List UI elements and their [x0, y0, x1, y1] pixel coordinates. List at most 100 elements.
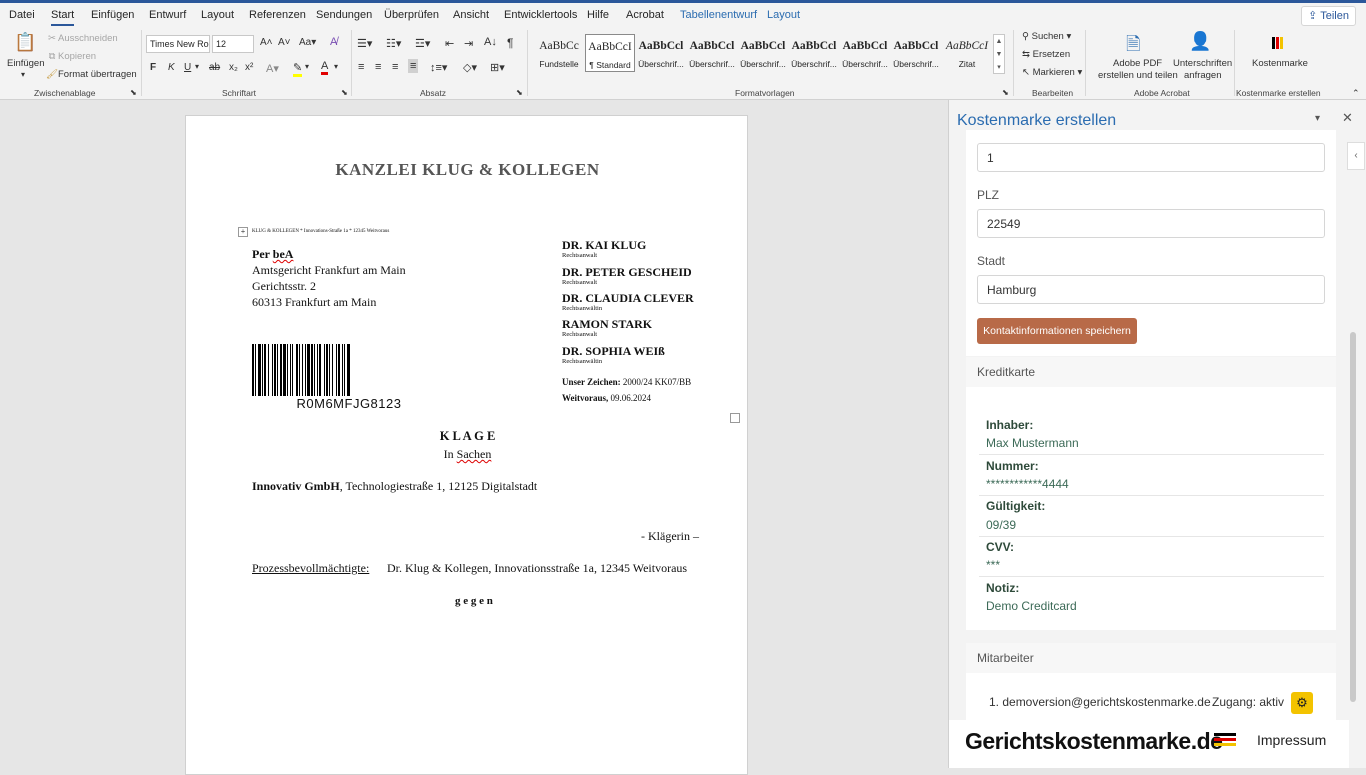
house-number-field[interactable]: 1 — [977, 143, 1325, 172]
tab-entwicklertools[interactable]: Entwicklertools — [504, 9, 577, 21]
style-zitat[interactable]: AaBbCcI Zitat — [942, 34, 992, 72]
shading-icon[interactable]: ◇▾ — [463, 61, 477, 74]
city-field[interactable]: Hamburg — [977, 275, 1325, 304]
kostenmarke-button[interactable]: Kostenmarke — [1252, 58, 1308, 69]
strikethrough-button[interactable]: ab — [209, 62, 220, 73]
sort-icon[interactable]: A↓ — [484, 36, 497, 48]
table-move-handle-icon[interactable]: + — [238, 227, 248, 237]
underline-button[interactable]: U — [184, 62, 191, 73]
request-signatures-sub-label: anfragen — [1184, 70, 1222, 81]
select-button[interactable]: ↖ Markieren ▾ — [1022, 67, 1082, 78]
pane-collapse-icon[interactable]: ‹ — [1347, 142, 1365, 170]
increase-indent-icon[interactable]: ⇥ — [464, 37, 473, 50]
format-painter-button[interactable]: 🖌Format übertragen — [46, 69, 137, 80]
font-color-chevron-icon[interactable]: ▾ — [334, 62, 338, 71]
font-color-icon[interactable]: A — [321, 60, 329, 75]
borders-icon[interactable]: ⊞▾ — [490, 61, 505, 74]
tab-layout[interactable]: Layout — [201, 9, 234, 21]
bold-button[interactable]: F — [150, 62, 156, 73]
tab-ueberpruefen[interactable]: Überprüfen — [384, 9, 439, 21]
bullets-icon[interactable]: ☰▾ — [357, 37, 372, 50]
impressum-link[interactable]: Impressum — [1257, 732, 1326, 748]
pane-options-icon[interactable]: ▾ — [1315, 113, 1320, 124]
highlight-icon[interactable]: ✎ — [293, 61, 303, 77]
italic-button[interactable]: K — [168, 62, 175, 73]
lawyer-name: DR. CLAUDIA CLEVER — [562, 291, 694, 305]
align-right-icon[interactable]: ≡ — [392, 61, 398, 73]
font-size-box[interactable]: 12 — [212, 35, 254, 53]
text-effects-icon[interactable]: A▾ — [266, 62, 279, 75]
pilcrow-icon[interactable]: ¶ — [507, 36, 513, 50]
clear-format-icon[interactable]: A̸ — [330, 36, 337, 48]
share-button[interactable]: ⇪ Teilen — [1301, 6, 1356, 26]
replace-icon: ⇆ — [1022, 49, 1030, 60]
tab-datei[interactable]: Datei — [9, 9, 35, 21]
tab-start[interactable]: Start — [51, 9, 75, 26]
line-spacing-icon[interactable]: ↕≡▾ — [430, 61, 447, 74]
superscript-button[interactable]: x² — [245, 62, 253, 73]
document-subheading: In Sachen — [186, 447, 749, 462]
ribbon-tabs: Datei Start Einfügen Entwurf Layout Refe… — [0, 3, 1366, 28]
cut-button[interactable]: ✂ Ausschneiden — [46, 33, 118, 44]
plz-field[interactable]: 22549 — [977, 209, 1325, 238]
paste-chevron-icon[interactable]: ▾ — [21, 70, 25, 79]
align-center-icon[interactable]: ≡ — [375, 61, 381, 73]
paragraph-launcher-icon[interactable]: ⬊ — [516, 88, 523, 97]
chevron-down-icon[interactable]: ▼ — [996, 51, 1003, 58]
brush-icon: 🖌 — [46, 69, 59, 80]
tab-ansicht[interactable]: Ansicht — [453, 9, 489, 21]
tab-einfuegen[interactable]: Einfügen — [91, 9, 134, 21]
align-left-icon[interactable]: ≡ — [358, 61, 364, 73]
tab-hilfe[interactable]: Hilfe — [587, 9, 609, 21]
decrease-indent-icon[interactable]: ⇤ — [445, 37, 454, 50]
shrink-font-icon[interactable]: A˅ — [278, 37, 291, 48]
underline-chevron-icon[interactable]: ▾ — [195, 62, 199, 71]
style-standard[interactable]: AaBbCcI ¶ Standard — [585, 34, 635, 72]
tab-entwurf[interactable]: Entwurf — [149, 9, 186, 21]
save-contact-button[interactable]: Kontaktinformationen speichern — [977, 318, 1137, 344]
style-heading-1[interactable]: AaBbCcl Überschrif... — [636, 34, 686, 72]
chevron-up-icon[interactable]: ▲ — [996, 38, 1003, 45]
grow-font-icon[interactable]: A˄ — [260, 37, 273, 48]
ribbon-collapse-icon[interactable]: ⌃ — [1352, 88, 1360, 99]
plz-label: PLZ — [977, 188, 1000, 202]
style-heading-6[interactable]: AaBbCcl Überschrif... — [891, 34, 941, 72]
gallery-expand-icon[interactable]: ▾ — [997, 64, 1001, 71]
tab-referenzen[interactable]: Referenzen — [249, 9, 306, 21]
close-icon[interactable]: ✕ — [1342, 110, 1353, 126]
paste-button[interactable]: Einfügen — [7, 58, 45, 69]
delivery-method: Per beA — [252, 247, 293, 262]
tab-sendungen[interactable]: Sendungen — [316, 9, 372, 21]
style-heading-2[interactable]: AaBbCcl Überschrif... — [687, 34, 737, 72]
gear-icon[interactable]: ⚙ — [1291, 692, 1313, 714]
style-sample: AaBbCcl — [740, 40, 786, 52]
font-name-box[interactable]: Times New Ro — [146, 35, 210, 53]
clipboard-launcher-icon[interactable]: ⬊ — [130, 88, 137, 97]
style-fundstelle[interactable]: AaBbCc Fundstelle — [534, 34, 584, 72]
signature-icon: 👤 — [1189, 31, 1212, 51]
tab-acrobat[interactable]: Acrobat — [626, 9, 664, 21]
style-heading-5[interactable]: AaBbCcl Überschrif... — [840, 34, 890, 72]
style-heading-3[interactable]: AaBbCcl Überschrif... — [738, 34, 788, 72]
highlight-chevron-icon[interactable]: ▾ — [305, 62, 309, 71]
change-case-icon[interactable]: Aa▾ — [299, 37, 316, 48]
pane-scrollbar[interactable] — [1350, 332, 1356, 702]
style-heading-4[interactable]: AaBbCcl Überschrif... — [789, 34, 839, 72]
copy-button[interactable]: ⧉ Kopieren — [46, 51, 96, 62]
replace-button[interactable]: ⇆ Ersetzen — [1022, 49, 1070, 60]
styles-gallery-scroll[interactable]: ▲ ▼ ▾ — [993, 34, 1005, 74]
search-icon: ⚲ — [1022, 31, 1029, 42]
tab-tabellenentwurf[interactable]: Tabellenentwurf — [680, 9, 757, 21]
document-page[interactable]: KANZLEI KLUG & KOLLEGEN + KLUG & KOLLEGE… — [185, 115, 748, 775]
table-resize-handle-icon[interactable] — [730, 413, 740, 423]
find-button[interactable]: ⚲ Suchen ▾ — [1022, 31, 1071, 42]
multilevel-list-icon[interactable]: ☲▾ — [415, 37, 430, 50]
numbering-icon[interactable]: ☷▾ — [386, 37, 401, 50]
adobe-pdf-button[interactable]: Adobe PDF — [1113, 58, 1162, 69]
subscript-button[interactable]: x₂ — [229, 62, 238, 73]
font-launcher-icon[interactable]: ⬊ — [341, 88, 348, 97]
styles-launcher-icon[interactable]: ⬊ — [1002, 88, 1009, 97]
request-signatures-button[interactable]: Unterschriften — [1173, 58, 1232, 69]
tab-table-layout[interactable]: Layout — [767, 9, 800, 21]
justify-icon[interactable]: ≡ — [408, 59, 419, 73]
